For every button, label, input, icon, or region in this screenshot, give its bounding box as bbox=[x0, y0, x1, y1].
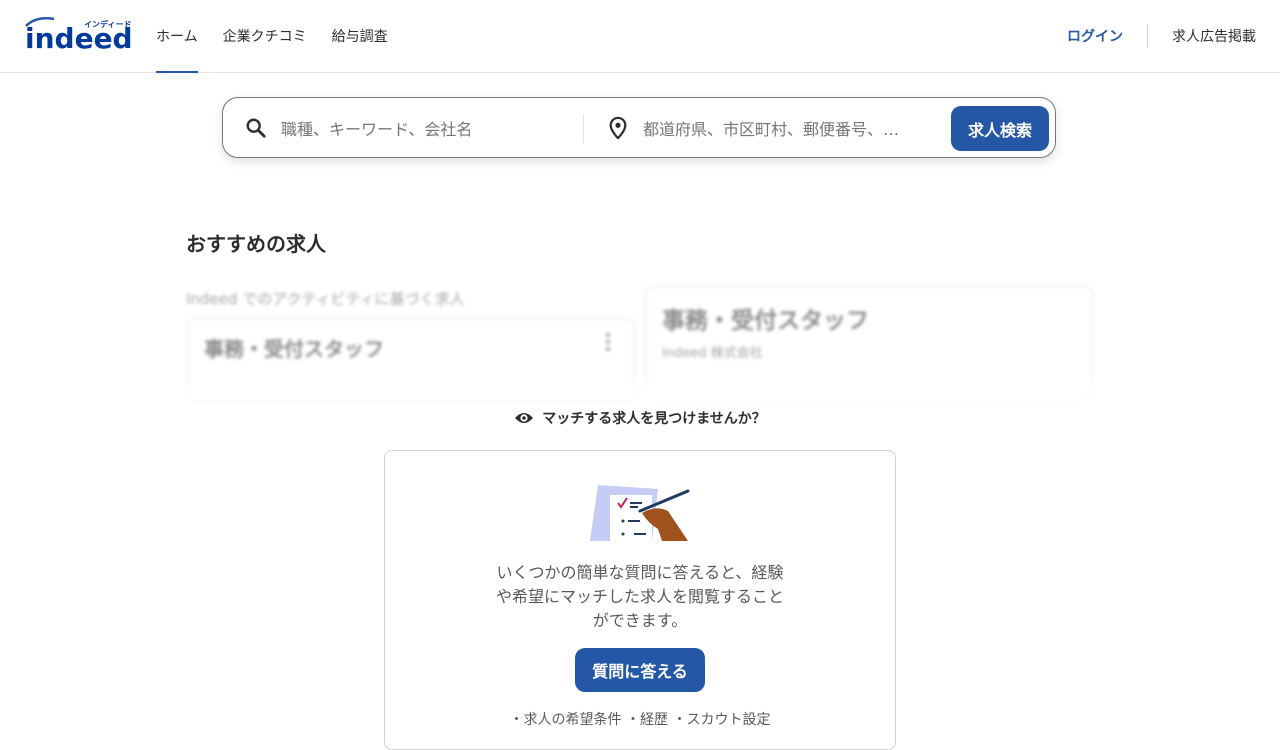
job-title: 事務・受付スタッフ bbox=[204, 337, 384, 361]
main-nav: ホーム 企業クチコミ 給与調査 bbox=[156, 0, 413, 73]
match-prompt-heading: マッチする求人を見つけませんか？ bbox=[0, 408, 1280, 428]
indeed-logo[interactable]: indeed インディード bbox=[24, 16, 134, 52]
header-actions: ログイン 求人広告掲載 bbox=[1067, 0, 1256, 72]
eye-icon bbox=[515, 413, 534, 423]
search-icon bbox=[246, 118, 266, 138]
company-name: Indeed 株式会社 bbox=[662, 346, 763, 361]
header-divider bbox=[1147, 24, 1148, 48]
blur-fade-overlay bbox=[186, 370, 1096, 400]
what-input[interactable] bbox=[279, 112, 583, 146]
find-jobs-button[interactable]: 求人検索 bbox=[951, 106, 1049, 151]
top-header: indeed インディード ホーム 企業クチコミ 給与調査 ログイン 求人広告掲… bbox=[0, 0, 1280, 73]
post-jobs-link[interactable]: 求人広告掲載 bbox=[1172, 26, 1256, 46]
location-pin-icon bbox=[609, 116, 627, 140]
job-title: 事務・受付スタッフ bbox=[662, 308, 869, 334]
recommended-jobs-title: おすすめの求人 bbox=[186, 232, 326, 256]
questionnaire-card: いくつかの簡単な質問に答えると、経験や希望にマッチした求人を閲覧することができま… bbox=[384, 450, 896, 750]
search-divider bbox=[583, 114, 584, 143]
kebab-menu-icon[interactable] bbox=[606, 333, 610, 353]
answer-questions-button[interactable]: 質問に答える bbox=[575, 648, 705, 692]
login-link[interactable]: ログイン bbox=[1067, 26, 1123, 46]
questionnaire-description: いくつかの簡単な質問に答えると、経験や希望にマッチした求人を閲覧することができま… bbox=[495, 563, 784, 630]
nav-home[interactable]: ホーム bbox=[156, 0, 198, 73]
match-prompt-text: マッチする求人を見つけませんか？ bbox=[542, 411, 766, 427]
nav-company-reviews[interactable]: 企業クチコミ bbox=[223, 0, 307, 72]
checklist-illustration bbox=[590, 485, 690, 541]
questionnaire-topics: ・求人の希望条件 ・経歴 ・スカウト設定 bbox=[509, 712, 771, 728]
nav-salary[interactable]: 給与調査 bbox=[332, 0, 388, 72]
recommended-subtitle: Indeed でのアクティビティに基づく求人 bbox=[186, 290, 465, 308]
job-search-bar: 求人検索 bbox=[222, 97, 1056, 158]
svg-text:インディード: インディード bbox=[84, 19, 131, 29]
where-input[interactable] bbox=[641, 112, 945, 146]
